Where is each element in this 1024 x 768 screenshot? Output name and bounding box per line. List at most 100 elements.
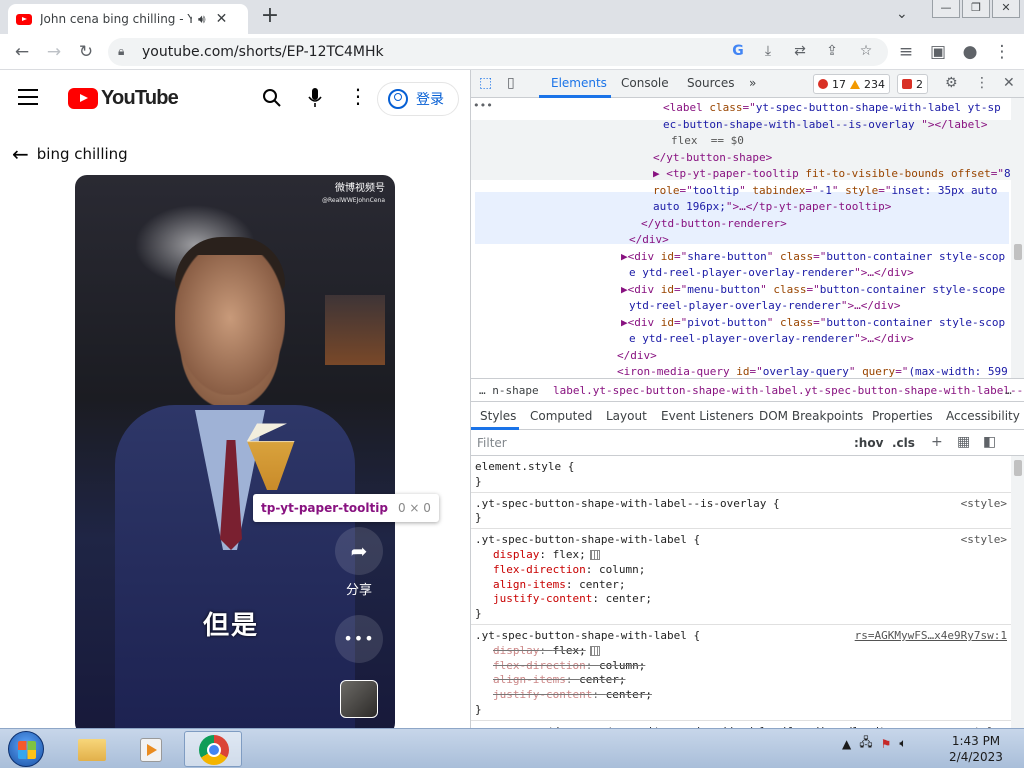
css-property-name[interactable]: justify-content	[493, 592, 592, 605]
dom-scrollbar-thumb[interactable]	[1014, 244, 1022, 260]
inspect-element-icon[interactable]: ⬚	[479, 75, 492, 91]
dom-node-line[interactable]: role="tooltip" tabindex="-1" style="inse…	[653, 183, 997, 200]
dom-node-line[interactable]: e ytd-reel-player-overlay-renderer">…</d…	[629, 331, 914, 348]
tab-accessibility[interactable]: Accessibility	[946, 409, 1020, 423]
taskbar-file-explorer[interactable]	[62, 731, 120, 767]
styles-scrollbar[interactable]	[1011, 456, 1024, 728]
pivot-thumbnail[interactable]	[340, 680, 378, 718]
styles-scrollbar-thumb[interactable]	[1014, 460, 1022, 476]
css-declaration[interactable]: align-items: center;	[475, 673, 1007, 688]
dom-node-line[interactable]: ▶<div id="share-button" class="button-co…	[621, 249, 1005, 266]
dom-node-line[interactable]: flex == $0	[671, 133, 744, 150]
hover-state-toggle[interactable]: :hov	[854, 436, 883, 450]
tab-event-listeners[interactable]: Event Listeners	[661, 409, 754, 423]
dom-node-line[interactable]: ▶<div id="menu-button" class="button-con…	[621, 282, 1005, 299]
restore-button[interactable]: ❐	[962, 0, 990, 18]
css-rule[interactable]: .yt-spec-button-shape-with-label {<style…	[471, 531, 1011, 625]
css-declaration[interactable]: flex-direction: column;	[475, 659, 1007, 674]
side-panel-icon[interactable]: ▣	[926, 40, 950, 64]
share-page-icon[interactable]: ⇪	[822, 43, 842, 59]
toggle-sidebar-icon[interactable]: ◧	[983, 434, 996, 450]
taskbar-chrome[interactable]	[184, 731, 242, 767]
tab-computed[interactable]: Computed	[530, 409, 592, 423]
dom-node-line[interactable]: ec-button-shape-with-label--is-overlay "…	[663, 117, 988, 134]
css-declaration[interactable]: align-items: center;	[475, 578, 1007, 593]
breadcrumb-more[interactable]: …	[1005, 384, 1012, 397]
css-property-value[interactable]: center;	[579, 578, 625, 591]
google-translate-g-icon[interactable]: G	[728, 43, 748, 59]
flexbox-editor-icon[interactable]	[589, 645, 600, 656]
start-button[interactable]	[8, 731, 44, 767]
css-property-value[interactable]: center;	[579, 673, 625, 686]
search-icon[interactable]	[262, 88, 282, 113]
dom-node-line[interactable]: auto 196px;">…</tp-yt-paper-tooltip>	[653, 199, 891, 216]
css-property-value[interactable]: column;	[599, 563, 645, 576]
tab-properties[interactable]: Properties	[872, 409, 933, 423]
microphone-icon[interactable]	[308, 88, 322, 108]
breadcrumb-current[interactable]: label.yt-spec-button-shape-with-label.yt…	[553, 384, 1024, 397]
flexbox-editor-icon[interactable]	[589, 549, 600, 560]
class-toggle[interactable]: .cls	[892, 436, 915, 450]
css-declaration[interactable]: display: flex;	[475, 644, 1007, 659]
dom-node-line[interactable]: ytd-reel-player-overlay-renderer">…</div…	[629, 298, 901, 315]
css-property-name[interactable]: justify-content	[493, 688, 592, 701]
css-selector[interactable]: element.style {	[475, 460, 1007, 475]
devtools-menu-icon[interactable]: ⋮	[975, 75, 989, 91]
reload-icon[interactable]: ↻	[74, 40, 98, 64]
css-property-value[interactable]: column;	[599, 659, 645, 672]
tab-dom-breakpoints[interactable]: DOM Breakpoints	[759, 409, 863, 423]
styles-filter-input[interactable]: Filter	[477, 436, 507, 450]
network-icon[interactable]: 🖧︎	[859, 733, 872, 754]
css-property-value[interactable]: center;	[606, 688, 652, 701]
add-rule-icon[interactable]: +	[931, 434, 943, 450]
share-button[interactable]: ➦	[335, 527, 383, 575]
media-controls-icon[interactable]: ≡	[894, 40, 918, 64]
show-hidden-icons-icon[interactable]: ▲	[842, 737, 851, 751]
more-options-icon[interactable]: ⋮	[348, 86, 368, 106]
css-declaration[interactable]: justify-content: center;	[475, 688, 1007, 703]
css-property-name[interactable]: align-items	[493, 578, 566, 591]
dom-node-line[interactable]: e ytd-reel-player-overlay-renderer">…</d…	[629, 265, 914, 282]
css-rule[interactable]: .yt-spec-button-shape-with-label {rs=AGK…	[471, 627, 1011, 721]
css-rule-source[interactable]: <style>	[961, 533, 1007, 548]
dom-node-line[interactable]: </ytd-button-renderer>	[641, 216, 787, 233]
address-bar[interactable]: 🔒︎ youtube.com/shorts/EP-12TC4MHk G ⤓ ⇄ …	[108, 38, 888, 66]
translate-icon[interactable]: ⇄	[790, 43, 810, 59]
tab-close-icon[interactable]: ✕	[216, 11, 228, 27]
dom-tree[interactable]: ••• <label class="yt-spec-button-shape-w…	[471, 98, 1011, 378]
css-rules-pane[interactable]: element.style {} .yt-spec-button-shape-wi…	[471, 456, 1011, 728]
breadcrumb-parent[interactable]: … n-shape	[479, 384, 539, 397]
css-rule[interactable]: element.style {}	[471, 458, 1011, 493]
chrome-menu-icon[interactable]: ⋮	[990, 40, 1014, 64]
css-rule-source[interactable]: <style>	[961, 497, 1007, 512]
install-app-icon[interactable]: ⤓	[758, 43, 778, 59]
css-property-name[interactable]: flex-direction	[493, 659, 586, 672]
hamburger-menu-icon[interactable]	[18, 89, 38, 105]
dom-node-line[interactable]: <iron-media-query id="overlay-query" que…	[617, 364, 1008, 378]
css-declaration[interactable]: display: flex;	[475, 548, 1007, 563]
dom-node-line[interactable]: </yt-button-shape>	[653, 150, 772, 167]
tab-console[interactable]: Console	[621, 76, 669, 90]
system-clock[interactable]: 1:43 PM 2/4/2023	[948, 733, 1004, 765]
css-property-value[interactable]: flex;	[553, 548, 586, 561]
sign-in-button[interactable]: 登录	[377, 82, 459, 116]
tab-elements[interactable]: Elements	[551, 76, 607, 90]
console-counts-badge[interactable]: 17 234	[813, 74, 890, 94]
shorts-video-player[interactable]: 微博视频号 @RealWWEJohnCena 但是 ➦ 分享 •••	[75, 175, 395, 728]
css-rule[interactable]: .yt-spec-button-shape-with-label--is-ove…	[471, 495, 1011, 530]
overlay-more-button[interactable]: •••	[335, 615, 383, 663]
css-property-value[interactable]: center;	[606, 592, 652, 605]
bookmark-star-icon[interactable]: ☆	[856, 43, 876, 59]
dom-scrollbar[interactable]	[1011, 98, 1024, 378]
youtube-logo[interactable]: YouTube	[68, 87, 179, 110]
close-window-button[interactable]: ✕	[992, 0, 1020, 18]
url-text[interactable]: youtube.com/shorts/EP-12TC4MHk	[142, 44, 384, 60]
tab-styles[interactable]: Styles	[480, 409, 516, 423]
action-center-flag-icon[interactable]: ⚑	[881, 737, 892, 751]
volume-icon[interactable]: 🔈︎	[899, 736, 906, 751]
css-property-name[interactable]: display	[493, 644, 539, 657]
tab-sources[interactable]: Sources	[687, 76, 734, 90]
css-property-name[interactable]: flex-direction	[493, 563, 586, 576]
back-arrow-icon[interactable]: ←	[12, 142, 29, 166]
audio-playing-icon[interactable]: 🔊︎	[198, 12, 206, 27]
